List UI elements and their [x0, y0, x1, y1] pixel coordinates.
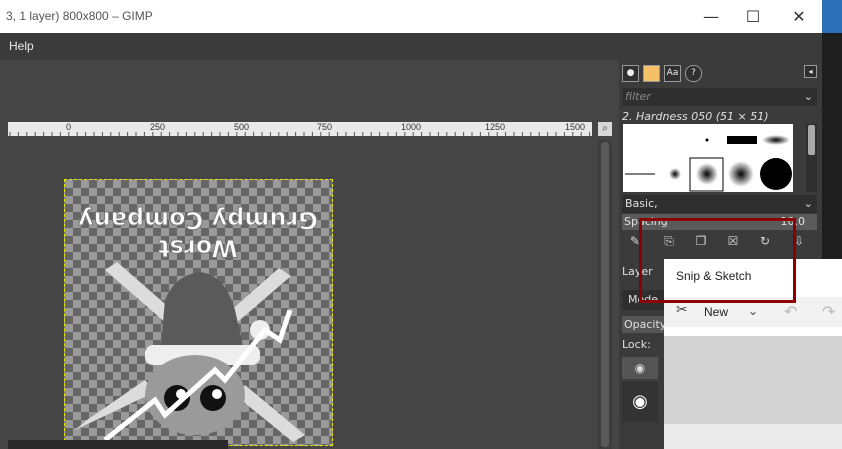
brush-name: 2. Hardness 050 (51 × 51): [622, 110, 769, 123]
pattern-icon[interactable]: [643, 65, 660, 82]
eye-shape: [200, 385, 226, 411]
snip-canvas[interactable]: [664, 336, 842, 424]
brush-thumb[interactable]: [669, 168, 681, 180]
filter-placeholder: filter: [625, 90, 651, 103]
face-shape: [145, 355, 245, 435]
snip-bottom-area: [664, 424, 842, 449]
menu-bar: Help: [0, 33, 822, 60]
snip-new-button[interactable]: New: [704, 305, 728, 319]
brush-thumb[interactable]: [762, 135, 790, 145]
hat-shape: [160, 272, 245, 355]
brush-thumb[interactable]: [727, 136, 757, 144]
ruler-label: 1250: [485, 122, 506, 132]
ruler-label: 0: [66, 122, 72, 132]
close-button[interactable]: ✕: [776, 0, 822, 33]
navigate-icon[interactable]: ⌕: [598, 122, 612, 136]
brush-set-select[interactable]: Basic, ⌄: [622, 195, 817, 213]
title-bar: 3, 1 layer) 800x800 – GIMP — ☐ ✕: [0, 0, 822, 33]
eye-highlight: [212, 389, 222, 399]
chevron-down-icon[interactable]: ⌄: [804, 88, 813, 106]
candy-cane-shape: [235, 385, 305, 442]
brush-set-value: Basic,: [625, 197, 658, 210]
brush-thumb[interactable]: [728, 161, 754, 187]
ruler-label: 250: [150, 122, 166, 132]
ruler-label: 750: [317, 122, 333, 132]
minimize-button[interactable]: —: [688, 0, 734, 33]
image-text-line1: Grumpy Company: [78, 206, 318, 234]
brush-icon[interactable]: ●: [622, 65, 639, 82]
visibility-header-icon[interactable]: ◉: [622, 357, 658, 379]
scrollbar-thumb[interactable]: [601, 142, 609, 447]
highlight-annotation: [639, 218, 796, 303]
lock-label: Lock:: [622, 338, 651, 351]
horizontal-scrollbar[interactable]: [8, 440, 228, 449]
layer-visibility-eye-icon[interactable]: ◉: [622, 382, 658, 422]
brush-grid[interactable]: [623, 124, 793, 192]
panel-menu-icon[interactable]: ◂: [804, 65, 817, 78]
image-artwork: Grumpy Company Worst: [75, 206, 319, 442]
layer-opacity-slider[interactable]: Opacity: [622, 316, 666, 333]
menu-help[interactable]: Help: [9, 39, 34, 53]
ruler-label: 500: [234, 122, 250, 132]
brush-thumb[interactable]: [705, 138, 709, 142]
help-icon[interactable]: ?: [685, 65, 702, 82]
ruler-label: 1000: [401, 122, 422, 132]
brush-thumb[interactable]: [696, 163, 718, 185]
redo-icon[interactable]: ↷: [822, 302, 835, 321]
brush-thumbnails: [625, 135, 792, 192]
window-title: 3, 1 layer) 800x800 – GIMP: [6, 9, 153, 23]
image-canvas[interactable]: Grumpy Company Worst: [64, 179, 333, 446]
brush-filter-input[interactable]: filter ⌄: [622, 88, 817, 106]
snip-new-icon[interactable]: ✂: [676, 302, 688, 318]
maximize-button[interactable]: ☐: [730, 0, 776, 33]
brush-thumb[interactable]: [760, 158, 792, 190]
image-text-line2: Worst: [158, 234, 238, 262]
chevron-down-icon[interactable]: ⌄: [748, 304, 758, 318]
font-icon[interactable]: Aa: [664, 65, 681, 82]
brush-scrollbar[interactable]: [806, 124, 817, 192]
candy-cane-shape: [75, 380, 155, 430]
scrollbar-thumb[interactable]: [808, 125, 815, 155]
horizontal-ruler[interactable]: 0 250 500 750 1000 1250 1500: [8, 122, 592, 136]
vertical-scrollbar[interactable]: [598, 140, 612, 449]
ruler-label: 1500: [565, 122, 586, 132]
taskbar-edge: [822, 0, 842, 33]
chevron-down-icon[interactable]: ⌄: [804, 195, 813, 213]
undo-icon[interactable]: ↶: [784, 302, 797, 321]
